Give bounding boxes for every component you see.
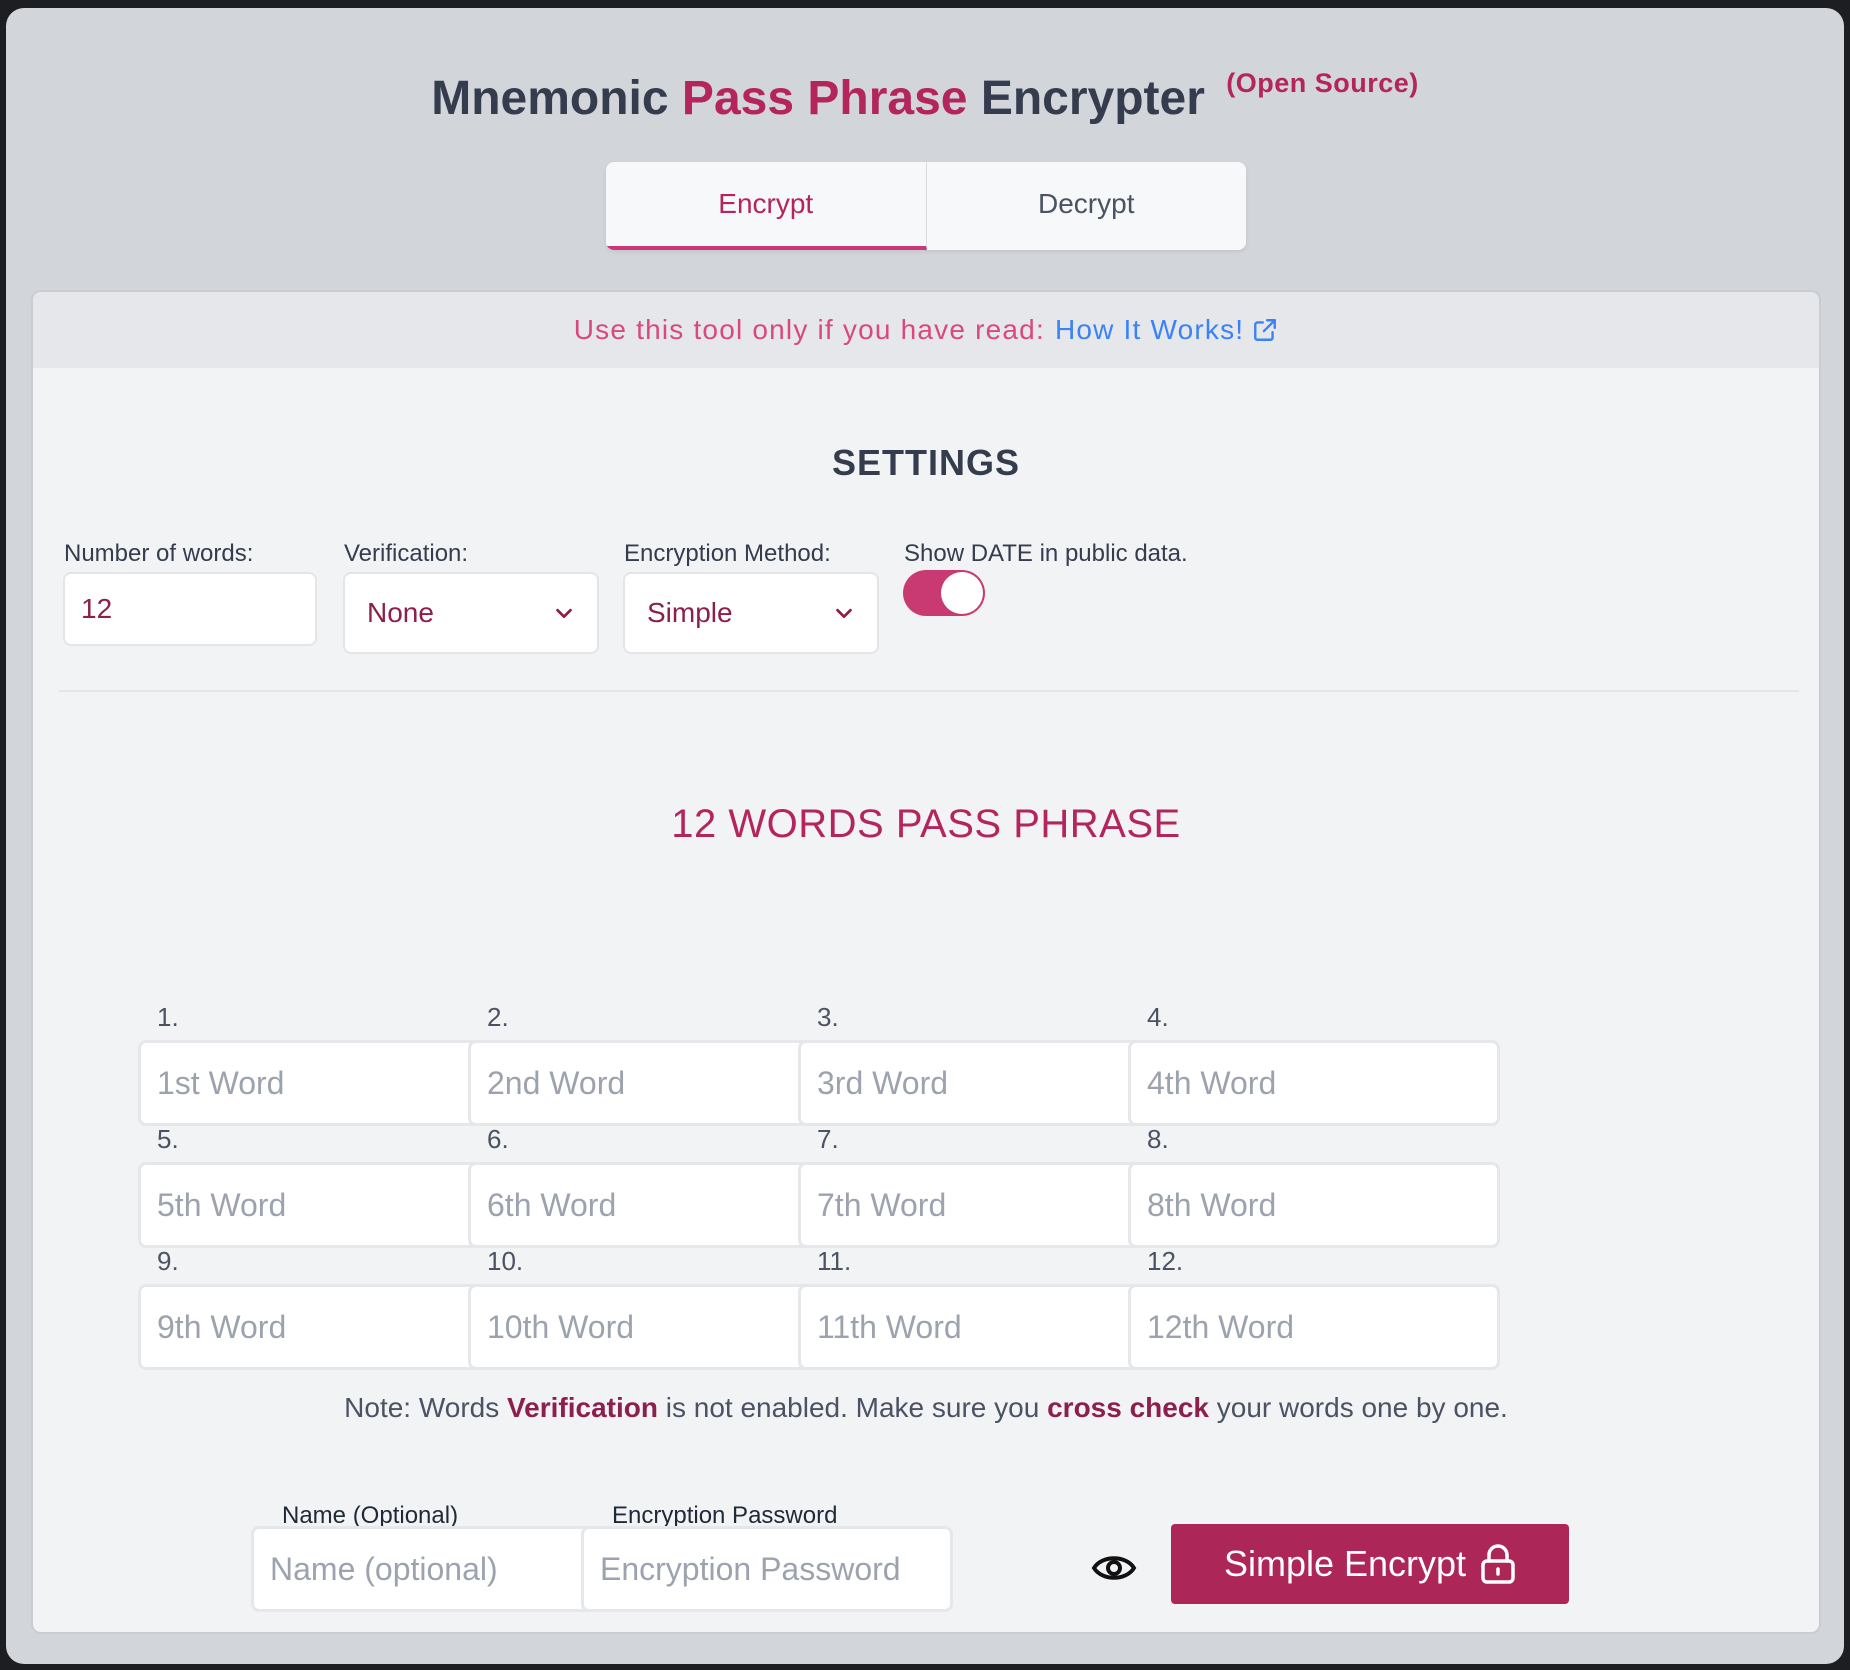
num-words-input[interactable]: [63, 572, 317, 646]
how-it-works-link-label: How It Works!: [1054, 314, 1245, 345]
date-toggle-label: Show DATE in public data.: [904, 540, 1188, 567]
app-window: Mnemonic Pass Phrase Encrypter (Open Sou…: [6, 8, 1844, 1664]
word-number-label: 10.: [487, 1246, 524, 1276]
name-input[interactable]: [251, 1526, 623, 1612]
word-input-5[interactable]: [138, 1162, 510, 1248]
word-number-label: 3.: [817, 1002, 839, 1032]
encrypt-button-label: Simple Encrypt: [1223, 1543, 1467, 1584]
settings-heading: SETTINGS: [831, 442, 1021, 483]
password-input[interactable]: [581, 1526, 953, 1612]
note-text-2: is not enabled. Make sure you: [657, 1392, 1048, 1423]
num-words-label: Number of words:: [64, 540, 254, 567]
word-input-6[interactable]: [468, 1162, 840, 1248]
eye-icon[interactable]: [1091, 1550, 1137, 1586]
word-number-label: 2.: [487, 1002, 509, 1032]
divider: [59, 690, 1799, 692]
word-number-label: 11.: [817, 1246, 852, 1276]
word-number-label: 1.: [157, 1002, 179, 1032]
method-select[interactable]: Simple: [623, 572, 879, 654]
word-input-8[interactable]: [1128, 1162, 1500, 1248]
word-number-label: 12.: [1147, 1246, 1184, 1276]
word-number-label: 9.: [157, 1246, 179, 1276]
date-toggle[interactable]: [903, 570, 985, 616]
mode-tabs: Encrypt Decrypt: [606, 162, 1246, 250]
word-input-1[interactable]: [138, 1040, 510, 1126]
toggle-knob: [941, 572, 983, 614]
word-input-12[interactable]: [1128, 1284, 1500, 1370]
method-value: Simple: [647, 597, 733, 628]
chevron-down-icon: [836, 608, 852, 619]
chevron-down-icon: [556, 608, 572, 619]
how-it-works-link[interactable]: How It Works!: [1055, 314, 1278, 346]
simple-encrypt-button[interactable]: Simple Encrypt: [1171, 1524, 1569, 1604]
main-card: Use this tool only if you have read: How…: [31, 290, 1821, 1634]
word-input-7[interactable]: [798, 1162, 1170, 1248]
note-text-3: your words one by one.: [1208, 1392, 1508, 1423]
word-number-label: 7.: [817, 1124, 839, 1154]
method-label: Encryption Method:: [624, 540, 831, 567]
lock-icon: [1481, 1544, 1515, 1584]
word-input-3[interactable]: [798, 1040, 1170, 1126]
word-input-10[interactable]: [468, 1284, 840, 1370]
title-part1: Mnemonic: [431, 72, 669, 125]
words-heading: 12 WORDS PASS PHRASE: [671, 802, 1181, 846]
title-part2: Encrypter: [980, 72, 1205, 125]
verification-value: None: [367, 597, 434, 628]
banner-text: Use this tool only if you have read:: [573, 314, 1045, 345]
tab-encrypt[interactable]: Encrypt: [606, 162, 927, 250]
note-emphasis-cross-check: cross check: [1047, 1392, 1209, 1423]
note-emphasis-verification: Verification: [507, 1392, 658, 1423]
word-number-label: 4.: [1147, 1002, 1169, 1032]
open-source-badge: (Open Source): [1226, 68, 1419, 98]
note-text-1: Note: Words: [344, 1392, 508, 1423]
info-banner: Use this tool only if you have read: How…: [33, 292, 1819, 368]
word-number-label: 8.: [1147, 1124, 1169, 1154]
word-input-2[interactable]: [468, 1040, 840, 1126]
verification-label: Verification:: [344, 540, 469, 567]
verification-select[interactable]: None: [343, 572, 599, 654]
verification-note: Note: Words Verification is not enabled.…: [33, 1392, 1819, 1424]
title-accent: Pass Phrase: [681, 72, 968, 125]
tab-decrypt[interactable]: Decrypt: [927, 162, 1247, 250]
word-number-label: 6.: [487, 1124, 509, 1154]
page-title: Mnemonic Pass Phrase Encrypter (Open Sou…: [6, 68, 1844, 126]
word-input-9[interactable]: [138, 1284, 510, 1370]
word-number-label: 5.: [157, 1124, 179, 1154]
word-input-11[interactable]: [798, 1284, 1170, 1370]
word-input-4[interactable]: [1128, 1040, 1500, 1126]
external-link-icon: [1254, 319, 1277, 341]
